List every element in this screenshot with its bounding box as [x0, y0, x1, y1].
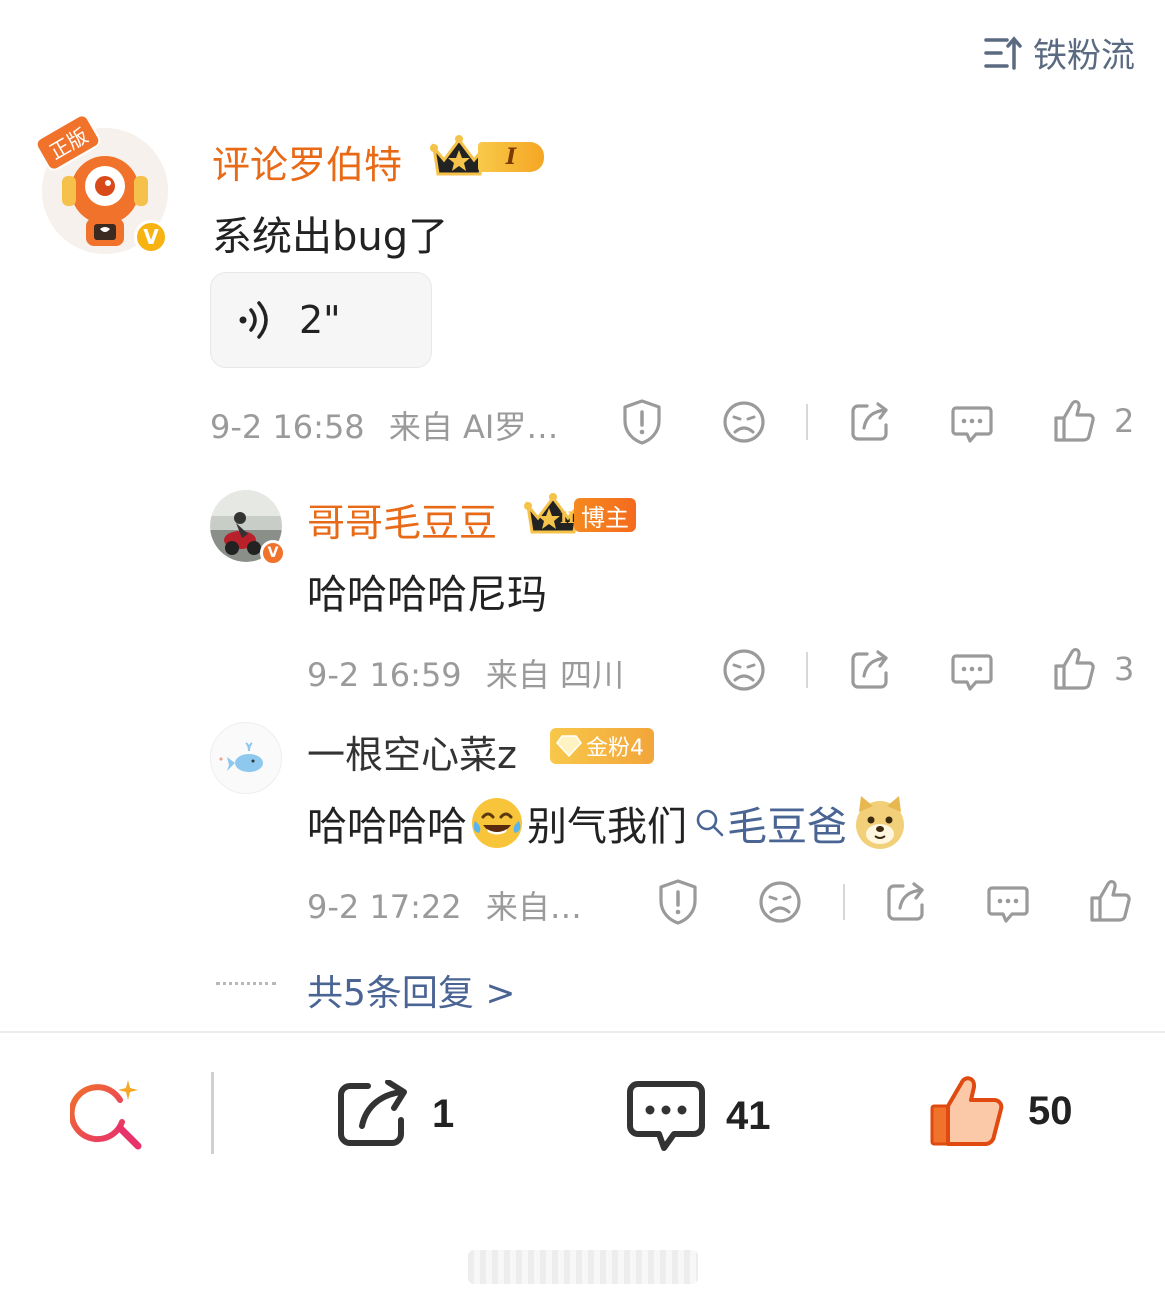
like-count: 50 [1028, 1088, 1073, 1133]
dislike-face-icon[interactable] [722, 648, 766, 692]
action-divider [843, 884, 845, 920]
report-shield-icon[interactable] [656, 878, 700, 926]
home-indicator [468, 1250, 698, 1284]
search-mention-icon [696, 809, 724, 837]
action-divider [806, 404, 808, 440]
sort-icon [984, 35, 1022, 70]
reply-time: 9-2 16:59 [307, 656, 462, 694]
action-divider [806, 652, 808, 688]
comment-button[interactable]: 41 [626, 1080, 771, 1152]
dislike-face-icon[interactable] [758, 880, 802, 924]
comment-text: 系统出bug了 [212, 214, 449, 260]
sort-button[interactable]: 铁粉流 [983, 28, 1135, 77]
share-icon[interactable] [848, 400, 892, 444]
share-count: 1 [432, 1091, 455, 1136]
comment-icon[interactable] [950, 402, 994, 446]
like-filled-icon [930, 1076, 1004, 1147]
like-icon[interactable] [1052, 398, 1096, 444]
like-count: 3 [1114, 650, 1135, 688]
reply-author[interactable]: 哥哥毛豆豆 [307, 492, 497, 547]
blogger-badge-label: 博主 [581, 503, 629, 532]
comment-icon [627, 1081, 705, 1151]
comment-time: 9-2 16:58 [210, 408, 365, 446]
fan-level-badge: 金粉4 [550, 728, 654, 764]
like-icon[interactable] [1088, 878, 1132, 924]
fan-level-label: 金粉4 [586, 736, 644, 761]
share-icon [338, 1080, 407, 1146]
reply-avatar[interactable]: V [210, 490, 286, 566]
verified-badge-icon: V [134, 220, 168, 254]
reply-timestamp: 9-2 17:22 来自… [307, 882, 582, 928]
blogger-badge: 博主 [574, 498, 636, 532]
bottom-bar-divider [211, 1072, 214, 1154]
verified-badge-icon: V [260, 540, 286, 566]
voice-message[interactable]: 2" [210, 272, 432, 368]
like-count: 2 [1114, 402, 1135, 440]
diamond-icon [556, 735, 582, 758]
more-replies-link[interactable]: 共5条回复 > [307, 964, 516, 1016]
ai-search-button[interactable] [70, 1078, 146, 1154]
avatar[interactable]: 正版 V [32, 111, 168, 254]
sort-label: 铁粉流 [1033, 36, 1135, 76]
comment-author[interactable]: 评论罗伯特 [212, 134, 402, 189]
reply-source: 来自… [485, 888, 582, 926]
reply-text: 哈哈哈哈尼玛 [307, 572, 547, 618]
reply-text-middle: 别气我们 [527, 804, 687, 850]
mention-link[interactable]: 毛豆爸 [727, 794, 847, 852]
crown-level-tag: I [478, 142, 544, 172]
ai-search-icon [70, 1080, 142, 1150]
laugh-cry-emoji-icon [472, 798, 522, 848]
crown-level-label: I [505, 144, 517, 170]
crown-level-label: II [560, 508, 575, 527]
dislike-face-icon[interactable] [722, 400, 766, 444]
whale-icon [219, 742, 263, 772]
like-icon[interactable] [1052, 646, 1096, 692]
reply-author[interactable]: 一根空心菜z [307, 724, 517, 779]
reply-source: 来自 四川 [485, 656, 625, 694]
reply-time: 9-2 17:22 [307, 888, 462, 926]
like-button[interactable]: 50 [928, 1074, 1073, 1148]
crown-level-badge: I [430, 134, 546, 176]
comment-timestamp: 9-2 16:58 来自 AI罗… [210, 402, 558, 448]
reply-text: 哈哈哈哈 别气我们 毛豆爸 [307, 794, 909, 852]
comment-count: 41 [726, 1093, 771, 1138]
comment-source: 来自 AI罗… [388, 408, 559, 446]
comment-icon[interactable] [950, 650, 994, 694]
bottom-divider [0, 1031, 1165, 1033]
share-icon[interactable] [884, 880, 928, 924]
report-shield-icon[interactable] [620, 398, 664, 446]
comment-icon[interactable] [986, 882, 1030, 926]
doge-emoji-icon [856, 796, 904, 849]
share-icon[interactable] [848, 648, 892, 692]
reply-text-prefix: 哈哈哈哈 [307, 804, 467, 850]
share-button[interactable]: 1 [336, 1080, 454, 1148]
voice-wave-icon [239, 301, 268, 339]
more-replies-dots [216, 982, 276, 986]
voice-duration: 2" [299, 298, 341, 342]
reply-timestamp: 9-2 16:59 来自 四川 [307, 650, 624, 696]
reply-avatar[interactable] [210, 722, 282, 794]
